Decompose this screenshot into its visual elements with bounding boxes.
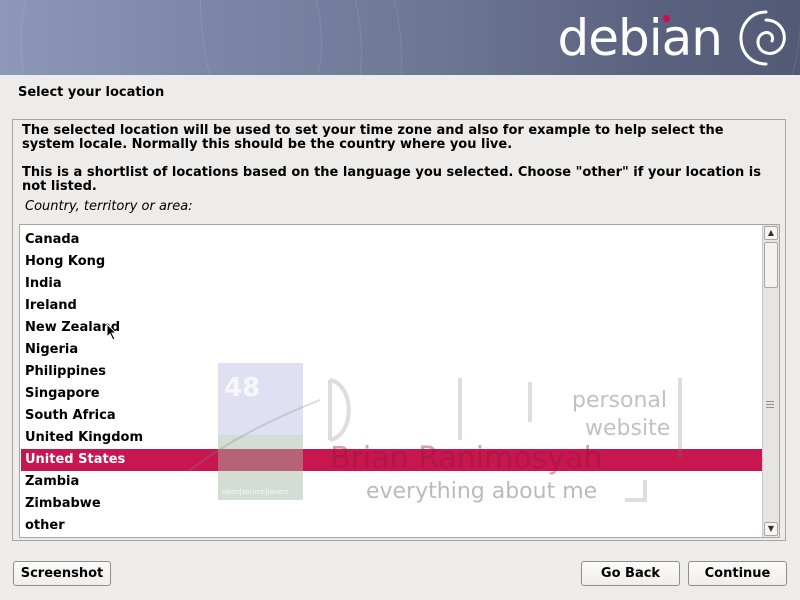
- list-item-south-africa[interactable]: South Africa: [20, 405, 762, 427]
- installer-header: debian: [0, 0, 800, 75]
- scroll-up-icon[interactable]: ▲: [764, 226, 778, 240]
- continue-button[interactable]: Continue: [688, 561, 787, 586]
- go-back-button[interactable]: Go Back: [581, 561, 680, 586]
- list-item-new-zealand[interactable]: New Zealand: [20, 317, 762, 339]
- page-title: Select your location: [18, 85, 165, 100]
- debian-swirl-icon: [739, 10, 786, 66]
- debian-dot-icon: [663, 15, 670, 22]
- list-item-hong-kong[interactable]: Hong Kong: [20, 251, 762, 273]
- country-list-label: Country, territory or area:: [25, 199, 193, 214]
- description-shortlist: This is a shortlist of locations based o…: [22, 165, 761, 194]
- list-item-nigeria[interactable]: Nigeria: [20, 339, 762, 361]
- description-time-zone: The selected location will be used to se…: [22, 123, 724, 152]
- list-item-canada[interactable]: Canada: [20, 229, 762, 251]
- scrollbar-thumb[interactable]: [764, 242, 778, 288]
- country-listbox[interactable]: Canada Hong Kong India Ireland New Zeala…: [19, 224, 780, 538]
- country-list: Canada Hong Kong India Ireland New Zeala…: [20, 229, 762, 537]
- list-item-other[interactable]: other: [20, 515, 762, 537]
- list-item-zimbabwe[interactable]: Zimbabwe: [20, 493, 762, 515]
- list-item-zambia[interactable]: Zambia: [20, 471, 762, 493]
- scrollbar-grip-icon: [766, 401, 774, 408]
- list-item-united-kingdom[interactable]: United Kingdom: [20, 427, 762, 449]
- debian-wordmark: debian: [557, 9, 723, 67]
- list-item-india[interactable]: India: [20, 273, 762, 295]
- list-item-singapore[interactable]: Singapore: [20, 383, 762, 405]
- list-scrollbar[interactable]: ▲ ▼: [762, 225, 779, 537]
- list-item-united-states[interactable]: United States: [21, 449, 762, 471]
- mouse-pointer-icon: [106, 323, 118, 341]
- screenshot-button[interactable]: Screenshot: [13, 561, 111, 586]
- scroll-down-icon[interactable]: ▼: [764, 522, 778, 536]
- list-item-philippines[interactable]: Philippines: [20, 361, 762, 383]
- list-item-ireland[interactable]: Ireland: [20, 295, 762, 317]
